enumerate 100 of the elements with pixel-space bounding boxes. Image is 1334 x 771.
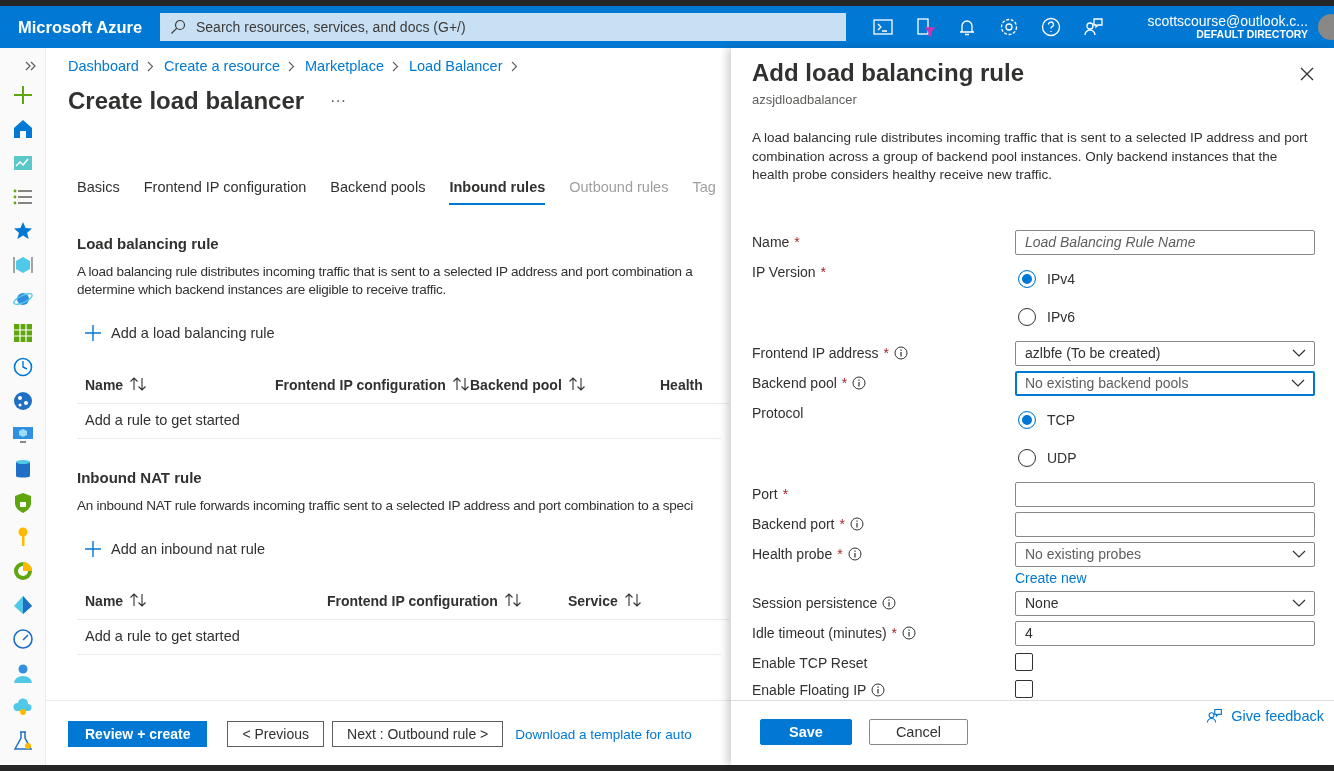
sort-icon[interactable] [503, 593, 522, 607]
monitor-icon[interactable] [11, 424, 34, 446]
section-title: Load balancing rule [77, 235, 220, 252]
field-label: Idle timeout (minutes) [752, 624, 887, 641]
sort-icon[interactable] [451, 377, 470, 391]
field-label: IP Version [752, 263, 816, 280]
star-icon[interactable] [11, 220, 34, 242]
panel-subtitle: azsjdloadbalancer [752, 92, 858, 107]
cancel-button[interactable]: Cancel [868, 718, 968, 745]
checkbox[interactable] [1015, 679, 1033, 698]
radio-button[interactable] [1018, 410, 1036, 429]
feedback-icon[interactable] [1082, 16, 1104, 38]
chevron-right-icon [288, 60, 295, 72]
dropdown[interactable]: azlbfe (To be created) [1015, 340, 1315, 366]
add-rule-button[interactable]: Add a load balancing rule [77, 325, 275, 341]
chevron-right-icon [146, 60, 154, 72]
field-label: Enable TCP Reset [752, 654, 868, 671]
feedback-icon [1205, 706, 1224, 725]
text-field[interactable] [1015, 481, 1315, 507]
brand-name[interactable]: Microsoft Azure [0, 17, 160, 37]
flask-icon[interactable] [11, 730, 34, 752]
chevron-down-icon [1292, 550, 1306, 558]
required-mark: * [839, 515, 845, 532]
plus-icon[interactable] [11, 84, 34, 106]
breadcrumb-link[interactable]: Create a resource [163, 58, 280, 74]
radio-label[interactable]: IPv4 [1047, 270, 1075, 287]
column-header[interactable]: Frontend IP configuration [327, 593, 498, 609]
empty-table-message: Add a rule to get started [85, 412, 240, 428]
tab[interactable]: Backend pools [330, 179, 426, 205]
settings-icon[interactable] [998, 16, 1020, 38]
grid-icon[interactable] [11, 322, 34, 344]
tab[interactable]: Inbound rules [449, 179, 546, 205]
radio-button[interactable] [1018, 269, 1036, 288]
page-title: Create load balancer [68, 87, 305, 115]
column-header[interactable]: Backend pool [470, 377, 562, 393]
field-label: Protocol [752, 404, 804, 421]
sort-icon[interactable] [129, 377, 148, 391]
dropdown[interactable]: No existing backend pools [1015, 370, 1315, 396]
sort-icon[interactable] [623, 593, 642, 607]
field-label: Port [752, 485, 778, 502]
radio-label[interactable]: TCP [1047, 411, 1075, 428]
nav-button[interactable]: Next : Outbound rule > [332, 721, 504, 747]
search-icon [170, 19, 186, 35]
expand-icon[interactable] [25, 60, 37, 72]
field-label: Health probe [752, 545, 833, 562]
column-header[interactable]: Frontend IP configuration [275, 377, 446, 393]
nav-button[interactable]: < Previous [227, 721, 324, 747]
column-header[interactable]: Name [85, 377, 124, 393]
field-label: Frontend IP address [752, 344, 879, 361]
sort-icon[interactable] [129, 593, 148, 607]
add-rule-button[interactable]: Add an inbound nat rule [77, 541, 265, 557]
info-icon [847, 546, 862, 561]
required-mark: * [820, 263, 826, 280]
pyramid-icon[interactable] [11, 594, 34, 616]
info-icon [882, 595, 897, 610]
panel-description: A load balancing rule distributes incoming traffic that is sent to a selected IP address and port combination across a group of backend pool instances. Only backend instances that the health probe considers healthy receive new traffic. [752, 129, 1309, 184]
close-icon[interactable] [1300, 67, 1314, 81]
download-template-link[interactable]: Download a template for auto [515, 726, 692, 742]
text-field[interactable]: 4 [1015, 620, 1315, 646]
cube-icon[interactable] [11, 254, 34, 276]
person-icon[interactable] [11, 662, 34, 684]
section-title: Inbound NAT rule [77, 469, 203, 486]
help-icon[interactable] [1040, 16, 1062, 38]
text-field[interactable]: Load Balancing Rule Name [1015, 229, 1315, 255]
breadcrumb-link[interactable]: Dashboard [68, 58, 139, 74]
home-icon[interactable] [11, 118, 34, 140]
directory-filter-icon[interactable] [914, 16, 936, 38]
directory-name: DEFAULT DIRECTORY [1196, 28, 1308, 41]
create-new-link[interactable]: Create new [1015, 569, 1087, 586]
dropdown[interactable]: No existing probes [1015, 541, 1315, 567]
terminal-icon[interactable] [872, 16, 894, 38]
breadcrumb-link[interactable]: Load Balancer [409, 58, 503, 74]
checkbox[interactable] [1015, 652, 1033, 671]
radio-label[interactable]: UDP [1047, 449, 1077, 466]
save-button[interactable]: Save [760, 718, 852, 745]
sort-icon[interactable] [567, 377, 586, 391]
coin-icon[interactable] [11, 560, 34, 582]
breadcrumb-link[interactable]: Marketplace [305, 58, 384, 74]
review-create-button[interactable]: Review + create [68, 721, 208, 747]
search-field[interactable]: Search resources, services, and docs (G+/) [160, 13, 846, 41]
column-header[interactable]: Name [85, 593, 124, 609]
tab[interactable]: Basics [77, 179, 120, 205]
column-header[interactable]: Service [568, 593, 618, 609]
search-placeholder: Search resources, services, and docs (G+/) [196, 19, 466, 35]
column-header[interactable]: Health [660, 377, 703, 393]
dropdown[interactable]: None [1015, 590, 1315, 616]
tab[interactable]: Frontend IP configuration [143, 179, 307, 205]
gauge-icon[interactable] [11, 628, 34, 650]
give-feedback-link[interactable]: Give feedback [1205, 706, 1324, 725]
info-icon [894, 345, 909, 360]
clock-icon[interactable] [11, 356, 34, 378]
more-menu[interactable]: ··· [330, 92, 347, 110]
account-email[interactable]: scottscourse@outlook.c... [1147, 13, 1308, 29]
required-mark: * [883, 344, 890, 361]
radio-label[interactable]: IPv6 [1047, 308, 1075, 325]
info-icon [902, 625, 917, 640]
globe-icon[interactable] [11, 390, 34, 412]
section-description: An inbound NAT rule forwards incoming traffic sent to a selected IP address and port combination to a speci [77, 497, 695, 515]
plus-icon [85, 325, 101, 341]
text-field[interactable] [1015, 511, 1315, 537]
